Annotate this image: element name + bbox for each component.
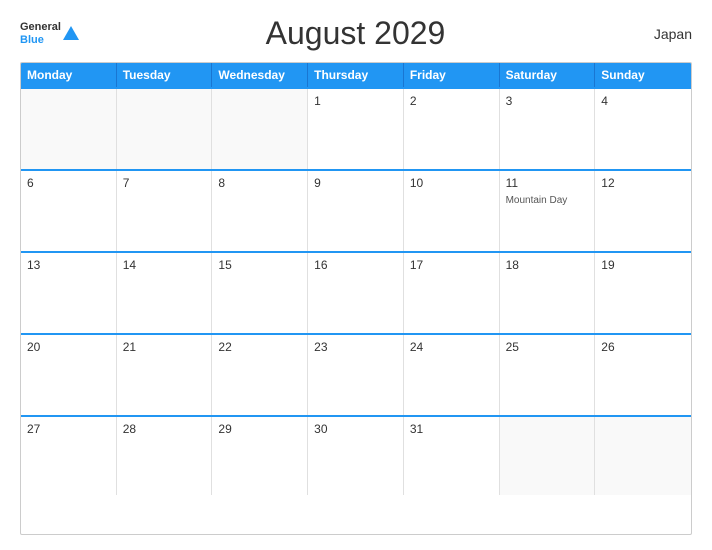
cell-aug-28: 28 [117, 417, 213, 495]
country-label: Japan [632, 26, 692, 42]
cell-empty-2 [117, 89, 213, 169]
cell-aug-18: 18 [500, 253, 596, 333]
cell-aug-14: 14 [117, 253, 213, 333]
cell-aug-27: 27 [21, 417, 117, 495]
cell-empty-end-1 [500, 417, 596, 495]
cell-aug-30: 30 [308, 417, 404, 495]
header-thursday: Thursday [308, 63, 404, 87]
cell-aug-1: 1 [308, 89, 404, 169]
cell-aug-11: 11 Mountain Day [500, 171, 596, 251]
cell-aug-25: 25 [500, 335, 596, 415]
week-2: 6 7 8 9 10 11 Mountain Day [21, 169, 691, 251]
cell-aug-21: 21 [117, 335, 213, 415]
cell-aug-17: 17 [404, 253, 500, 333]
cell-aug-9: 9 [308, 171, 404, 251]
header-sunday: Sunday [595, 63, 691, 87]
cell-aug-22: 22 [212, 335, 308, 415]
cell-aug-10: 10 [404, 171, 500, 251]
logo: General Blue [20, 21, 79, 45]
cell-aug-24: 24 [404, 335, 500, 415]
cell-aug-26: 26 [595, 335, 691, 415]
cell-aug-19: 19 [595, 253, 691, 333]
logo-blue-text: Blue [20, 34, 61, 46]
week-3: 13 14 15 16 17 18 19 [21, 251, 691, 333]
calendar-header: Monday Tuesday Wednesday Thursday Friday… [21, 63, 691, 87]
cell-aug-6: 6 [21, 171, 117, 251]
week-1: 1 2 3 4 [21, 87, 691, 169]
logo-general-text: General [20, 21, 61, 33]
page-title: August 2029 [79, 15, 632, 52]
cell-aug-2: 2 [404, 89, 500, 169]
cell-empty-3 [212, 89, 308, 169]
cell-aug-15: 15 [212, 253, 308, 333]
header-saturday: Saturday [500, 63, 596, 87]
cell-empty-1 [21, 89, 117, 169]
cell-aug-3: 3 [500, 89, 596, 169]
page: General Blue August 2029 Japan Monday Tu… [0, 0, 712, 550]
calendar-body: 1 2 3 4 6 7 [21, 87, 691, 495]
logo-text: General Blue [20, 21, 61, 45]
cell-aug-7: 7 [117, 171, 213, 251]
cell-aug-12: 12 [595, 171, 691, 251]
cell-aug-31: 31 [404, 417, 500, 495]
week-4: 20 21 22 23 24 25 26 [21, 333, 691, 415]
cell-aug-23: 23 [308, 335, 404, 415]
cell-aug-16: 16 [308, 253, 404, 333]
header-friday: Friday [404, 63, 500, 87]
cell-aug-8: 8 [212, 171, 308, 251]
header-monday: Monday [21, 63, 117, 87]
cell-aug-20: 20 [21, 335, 117, 415]
cell-aug-13: 13 [21, 253, 117, 333]
header-tuesday: Tuesday [117, 63, 213, 87]
calendar: Monday Tuesday Wednesday Thursday Friday… [20, 62, 692, 535]
header-wednesday: Wednesday [212, 63, 308, 87]
header: General Blue August 2029 Japan [20, 15, 692, 52]
cell-empty-end-2 [595, 417, 691, 495]
cell-aug-4: 4 [595, 89, 691, 169]
week-5: 27 28 29 30 31 [21, 415, 691, 495]
logo-triangle-icon [63, 26, 79, 40]
cell-aug-29: 29 [212, 417, 308, 495]
